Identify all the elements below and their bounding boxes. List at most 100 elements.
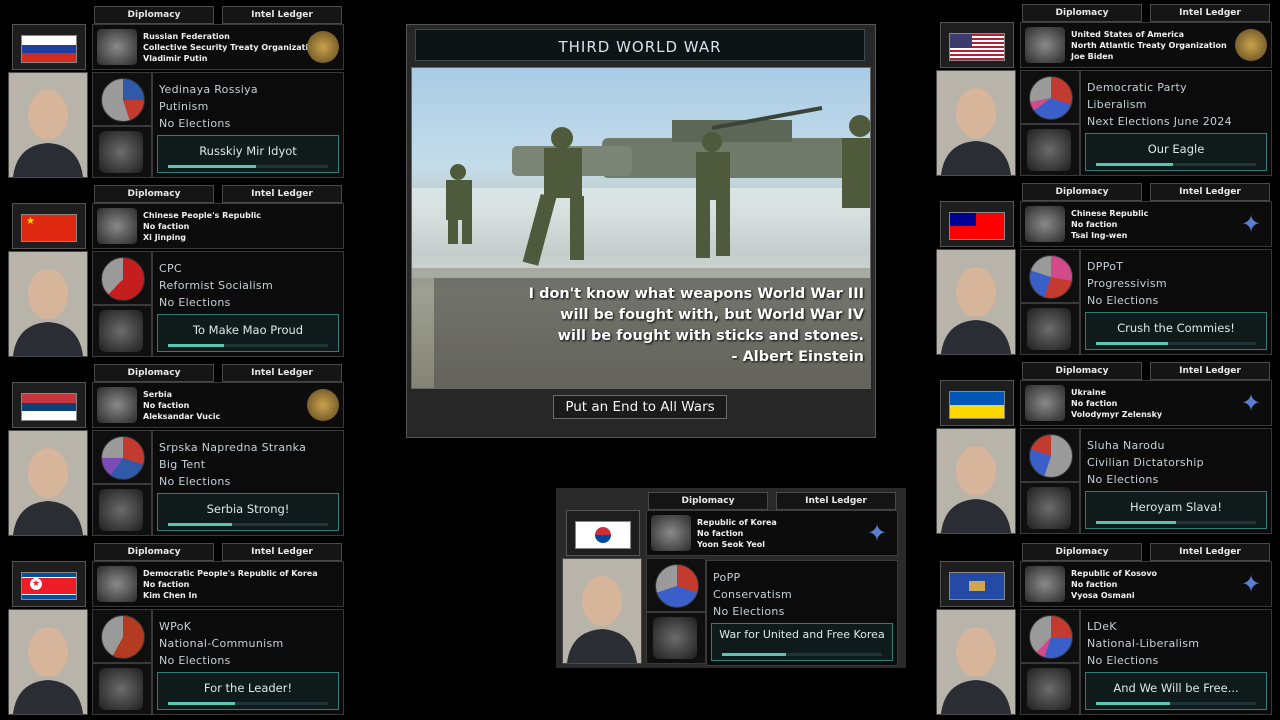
flag-frame[interactable] <box>940 380 1014 426</box>
diplomacy-tab[interactable]: Diplomacy <box>648 492 768 510</box>
ideology-badge-frame[interactable] <box>1020 303 1080 355</box>
faction-icon[interactable] <box>97 29 137 65</box>
flag-frame[interactable]: ★ <box>12 561 86 607</box>
intel-ledger-tab[interactable]: Intel Ledger <box>222 6 342 24</box>
leader-portrait[interactable] <box>936 70 1016 176</box>
flag-frame[interactable] <box>940 561 1014 607</box>
intel-ledger-tab[interactable]: Intel Ledger <box>776 492 896 510</box>
leader-silhouette-icon <box>937 250 1015 354</box>
flag-frame[interactable] <box>940 22 1014 68</box>
national-spirit-button[interactable]: To Make Mao Proud <box>157 314 339 352</box>
leader-name: Tsai Ing-wen <box>1071 231 1128 240</box>
leader-portrait[interactable] <box>8 609 88 715</box>
flag-frame[interactable] <box>12 24 86 70</box>
country-panel-rok: Diplomacy Intel Ledger Republic of Korea… <box>556 488 906 668</box>
intel-ledger-tab[interactable]: Intel Ledger <box>1150 4 1270 22</box>
politics-info: Yedinaya Rossiya Putinism No Elections R… <box>152 72 344 178</box>
intel-ledger-tab[interactable]: Intel Ledger <box>222 364 342 382</box>
intel-ledger-tab[interactable]: Intel Ledger <box>1150 183 1270 201</box>
intel-ledger-tab[interactable]: Intel Ledger <box>1150 362 1270 380</box>
country-header-text: Chinese Republic No faction Tsai Ing-wen <box>1071 208 1148 241</box>
popularity-chart-frame[interactable] <box>1020 609 1080 663</box>
faction-icon[interactable] <box>651 515 691 551</box>
intel-ledger-tab[interactable]: Intel Ledger <box>222 543 342 561</box>
flag-frame[interactable] <box>940 201 1014 247</box>
national-spirit-button[interactable]: For the Leader! <box>157 672 339 710</box>
faction-icon[interactable] <box>97 566 137 602</box>
popularity-chart-frame[interactable] <box>1020 428 1080 482</box>
leader-name: Xi Jinping <box>143 233 186 242</box>
leader-portrait[interactable] <box>936 249 1016 355</box>
faction-icon[interactable] <box>1025 206 1065 242</box>
country-panel-usa: Diplomacy Intel Ledger United States of … <box>930 0 1276 178</box>
ideology-badge-frame[interactable] <box>92 305 152 357</box>
leader-portrait[interactable] <box>562 558 642 664</box>
ideology-badge-frame[interactable] <box>92 663 152 715</box>
country-header: Chinese Republic No faction Tsai Ing-wen… <box>1020 201 1272 247</box>
country-panel-dprk: Diplomacy Intel Ledger ★ Democratic Peop… <box>2 539 348 717</box>
diplomacy-tab[interactable]: Diplomacy <box>1022 543 1142 561</box>
ideology-badge-icon <box>99 310 143 352</box>
diplomacy-tab[interactable]: Diplomacy <box>94 364 214 382</box>
diplomacy-tab[interactable]: Diplomacy <box>94 543 214 561</box>
country-name: Serbia <box>143 390 172 399</box>
diplomacy-tab[interactable]: Diplomacy <box>1022 362 1142 380</box>
faction-icon[interactable] <box>97 387 137 423</box>
ideology-badge-frame[interactable] <box>1020 124 1080 176</box>
flag-frame[interactable]: ★ <box>12 203 86 249</box>
popularity-chart-frame[interactable] <box>92 430 152 484</box>
faction-icon[interactable] <box>97 208 137 244</box>
party-name: Yedinaya Rossiya <box>159 83 258 96</box>
ideology-badge-frame[interactable] <box>92 126 152 178</box>
faction-icon[interactable] <box>1025 27 1065 63</box>
national-spirit-button[interactable]: Serbia Strong! <box>157 493 339 531</box>
diplomacy-tab[interactable]: Diplomacy <box>1022 183 1142 201</box>
country-panel-taiwan: Diplomacy Intel Ledger Chinese Republic … <box>930 179 1276 357</box>
leader-name: Volodymyr Zelensky <box>1071 410 1163 419</box>
progress-bar <box>1096 702 1256 705</box>
leader-portrait[interactable] <box>8 251 88 357</box>
country-header-text: Republic of Korea No faction Yoon Seok Y… <box>697 517 777 550</box>
leader-portrait[interactable] <box>8 72 88 178</box>
leader-portrait[interactable] <box>8 430 88 536</box>
north-korea-flag: ★ <box>21 572 77 600</box>
national-spirit-label: Our Eagle <box>1147 142 1205 156</box>
flag-frame[interactable] <box>566 510 640 556</box>
popularity-chart-frame[interactable] <box>646 558 706 612</box>
faction-icon[interactable] <box>1025 566 1065 602</box>
leader-silhouette-icon <box>937 429 1015 533</box>
country-header-text: Ukraine No faction Volodymyr Zelensky <box>1071 387 1162 420</box>
national-spirit-button[interactable]: Heroyam Slava! <box>1085 491 1267 529</box>
popularity-chart-frame[interactable] <box>1020 70 1080 124</box>
country-panel-ukraine: Diplomacy Intel Ledger Ukraine No factio… <box>930 358 1276 536</box>
event-option-button[interactable]: Put an End to All Wars <box>553 395 727 419</box>
diplomacy-tab[interactable]: Diplomacy <box>94 6 214 24</box>
national-spirit-button[interactable]: Our Eagle <box>1085 133 1267 171</box>
national-spirit-button[interactable]: And We Will be Free... <box>1085 672 1267 710</box>
ideology-badge-frame[interactable] <box>1020 482 1080 534</box>
popularity-chart-frame[interactable] <box>92 72 152 126</box>
leader-portrait[interactable] <box>936 609 1016 715</box>
intel-ledger-tab[interactable]: Intel Ledger <box>222 185 342 203</box>
ideology-badge-frame[interactable] <box>1020 663 1080 715</box>
serbia-flag <box>21 393 77 421</box>
popularity-chart-frame[interactable] <box>92 609 152 663</box>
ideology-badge-frame[interactable] <box>646 612 706 664</box>
country-header-text: Democratic People's Republic of Korea No… <box>143 568 318 601</box>
national-spirit-button[interactable]: Russkiy Mir Idyot <box>157 135 339 173</box>
national-spirit-button[interactable]: War for United and Free Korea <box>711 623 893 661</box>
flag-frame[interactable] <box>12 382 86 428</box>
elections-status: No Elections <box>159 475 231 488</box>
ideology-badge-frame[interactable] <box>92 484 152 536</box>
diplomacy-tab[interactable]: Diplomacy <box>1022 4 1142 22</box>
faction-icon[interactable] <box>1025 385 1065 421</box>
national-spirit-button[interactable]: Crush the Commies! <box>1085 312 1267 350</box>
faction-name: Collective Security Treaty Organization <box>143 43 320 52</box>
intel-ledger-tab[interactable]: Intel Ledger <box>1150 543 1270 561</box>
compass-emblem-icon <box>307 389 339 421</box>
diplomacy-tab[interactable]: Diplomacy <box>94 185 214 203</box>
popularity-chart-frame[interactable] <box>92 251 152 305</box>
leader-portrait[interactable] <box>936 428 1016 534</box>
popularity-chart-frame[interactable] <box>1020 249 1080 303</box>
party-popularity-pie <box>1029 434 1073 478</box>
